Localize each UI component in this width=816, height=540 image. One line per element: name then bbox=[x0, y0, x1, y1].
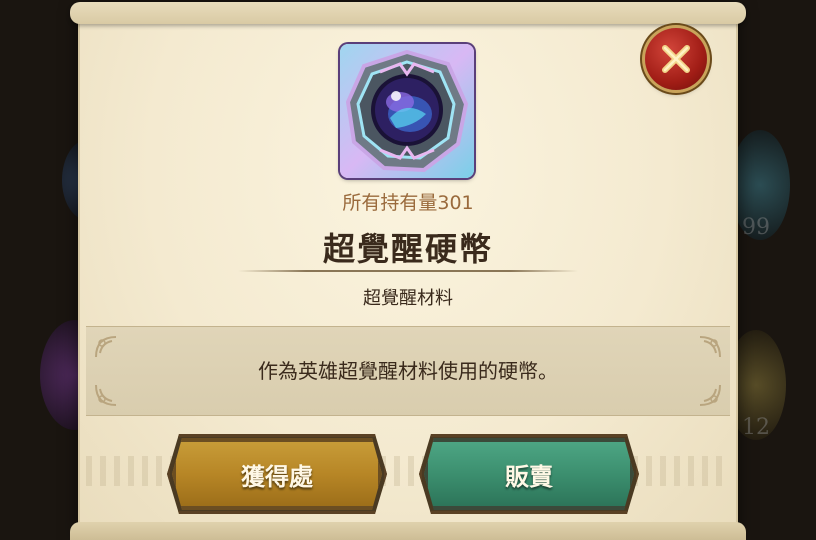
close-button[interactable] bbox=[645, 28, 707, 90]
awakening-coin-icon bbox=[340, 44, 474, 178]
sell-button[interactable]: 販賣 bbox=[424, 438, 634, 510]
background-count: 12 bbox=[742, 415, 770, 440]
dialog-bottom-edge bbox=[70, 522, 746, 540]
description-box: 作為英雄超覺醒材料使用的硬幣。 bbox=[86, 326, 730, 416]
obtain-location-label: 獲得處 bbox=[241, 462, 313, 491]
owned-quantity: 所有持有量301 bbox=[342, 192, 474, 214]
sell-label: 販賣 bbox=[505, 462, 553, 491]
corner-ornament-icon bbox=[95, 384, 117, 406]
title-divider bbox=[238, 270, 578, 272]
item-category: 超覺醒材料 bbox=[363, 288, 453, 309]
corner-ornament-icon bbox=[699, 384, 721, 406]
obtain-location-button[interactable]: 獲得處 bbox=[172, 438, 382, 510]
close-icon bbox=[662, 45, 690, 73]
item-name: 超覺醒硬幣 bbox=[322, 230, 493, 268]
item-description: 作為英雄超覺醒材料使用的硬幣。 bbox=[258, 359, 558, 383]
